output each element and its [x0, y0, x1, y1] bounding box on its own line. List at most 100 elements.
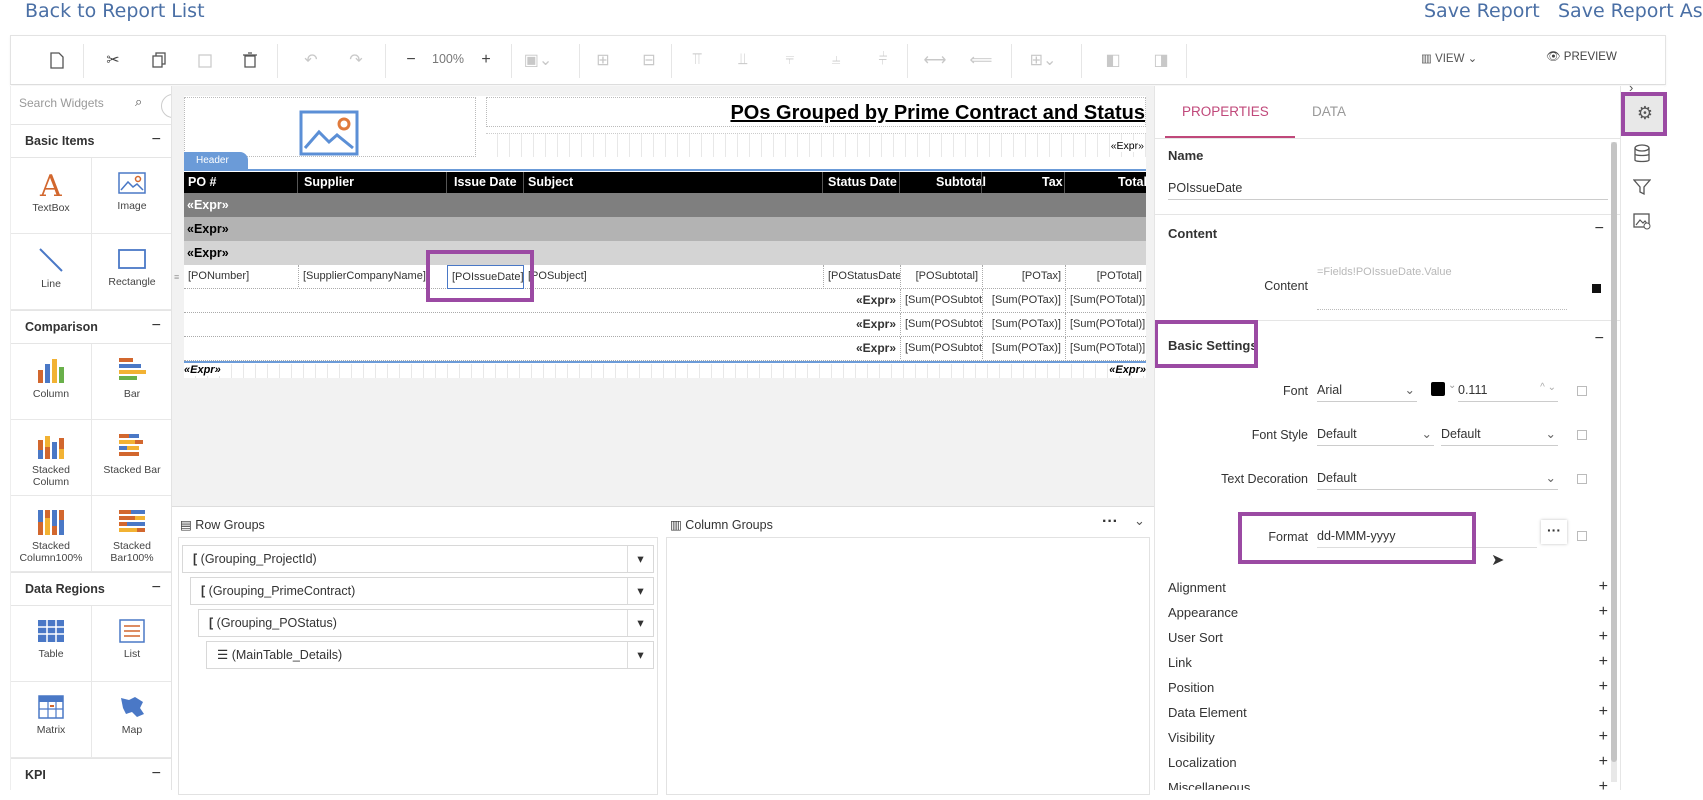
row-group-details[interactable]: ☰ (MainTable_Details) ▾	[206, 641, 654, 669]
detail-status-date[interactable]: [POStatusDate]	[823, 265, 900, 287]
grid-icon[interactable]: ⊞⌄	[1030, 48, 1057, 72]
widget-bar[interactable]: Bar	[92, 344, 171, 420]
sum-row-3-subtotal[interactable]: [Sum(POSubtota	[900, 337, 982, 359]
widget-matrix[interactable]: Matrix	[11, 682, 92, 758]
data-source-icon[interactable]	[1633, 144, 1651, 167]
accordion-miscellaneous[interactable]: Miscellaneous +	[1168, 778, 1608, 790]
collapse-panel-icon[interactable]: ⌄	[1134, 513, 1145, 529]
format-checkbox[interactable]	[1577, 531, 1587, 541]
group-row-2[interactable]: «Expr»	[184, 217, 1146, 241]
new-file-icon[interactable]	[45, 48, 69, 72]
footer-row[interactable]: «Expr» «Expr»	[184, 364, 1146, 378]
paste-icon[interactable]	[193, 48, 217, 72]
header-tab[interactable]: Header	[184, 152, 248, 169]
preview-button[interactable]: 👁 PREVIEW	[1546, 49, 1617, 63]
widget-stacked-column[interactable]: Stacked Column	[11, 420, 92, 496]
accordion-visibility[interactable]: Visibility +	[1168, 728, 1608, 745]
font-weight-select[interactable]: Default ⌄	[1441, 424, 1558, 446]
sum-row-2-expr[interactable]: «Expr»	[744, 313, 900, 335]
accordion-appearance[interactable]: Appearance +	[1168, 603, 1608, 620]
cut-icon[interactable]: ✂	[101, 48, 125, 72]
back-to-report-list-link[interactable]: Back to Report List	[25, 0, 205, 22]
section-basic-items[interactable]: Basic Items −	[11, 124, 171, 158]
detail-total[interactable]: [POTotal]	[1065, 265, 1146, 287]
group-row-3[interactable]: «Expr»	[184, 241, 1146, 265]
sum-row-3-tax[interactable]: [Sum(POTax)]	[982, 337, 1065, 359]
view-dropdown[interactable]: ▥ VIEW ⌄	[1421, 51, 1477, 65]
sum-row-2-subtotal[interactable]: [Sum(POSubtota	[900, 313, 982, 335]
report-title-box[interactable]: POs Grouped by Prime Contract and Status	[486, 97, 1146, 127]
font-family-select[interactable]: Arial ⌄	[1317, 380, 1417, 402]
accordion-link[interactable]: Link +	[1168, 653, 1608, 670]
collapse-sidebar-icon[interactable]: ‹	[161, 94, 171, 118]
section-kpi[interactable]: KPI −	[11, 758, 171, 790]
align-justify-icon[interactable]: ⫩	[871, 48, 895, 72]
sum-row-3[interactable]: «Expr» [Sum(POSubtota [Sum(POTax)] [Sum(…	[184, 337, 1146, 361]
font-style-checkbox[interactable]	[1577, 430, 1587, 440]
sum-row-1-subtotal[interactable]: [Sum(POSubtota	[900, 289, 982, 311]
group-row-1[interactable]: «Expr»	[184, 193, 1146, 217]
section-comparison[interactable]: Comparison −	[11, 310, 171, 344]
search-widgets-input[interactable]: Search Widgets	[19, 96, 149, 116]
widget-table[interactable]: Table	[11, 606, 92, 682]
content-section-title[interactable]: Content	[1168, 226, 1217, 241]
zoom-out-icon[interactable]: −	[399, 48, 423, 72]
name-input[interactable]: POIssueDate	[1168, 178, 1608, 200]
section-data-regions[interactable]: Data Regions −	[11, 572, 171, 606]
size-height-icon[interactable]: ⟸	[969, 48, 993, 72]
accordion-data-element[interactable]: Data Element +	[1168, 703, 1608, 720]
sum-row-2-tax[interactable]: [Sum(POTax)]	[982, 313, 1065, 335]
size-width-icon[interactable]: ⟷	[923, 48, 947, 72]
detail-row[interactable]: [PONumber] [SupplierCompanyName] [POIssu…	[184, 265, 1146, 289]
header-image-box[interactable]	[184, 97, 476, 157]
color-dropdown-icon[interactable]: ⌄	[1448, 380, 1456, 391]
sum-row-1-tax[interactable]: [Sum(POTax)]	[982, 289, 1065, 311]
font-checkbox[interactable]	[1577, 386, 1587, 396]
widget-line[interactable]: Line	[11, 234, 92, 310]
save-report-link[interactable]: Save Report	[1424, 0, 1540, 22]
content-expression-input[interactable]: =Fields!POIssueDate.Value	[1317, 266, 1567, 310]
accordion-user-sort[interactable]: User Sort +	[1168, 628, 1608, 645]
bring-front-icon[interactable]: ◧	[1101, 48, 1125, 72]
detail-subject[interactable]: [POSubject]	[524, 265, 824, 287]
widget-rectangle[interactable]: Rectangle	[92, 234, 171, 310]
sum-row-1-expr[interactable]: «Expr»	[744, 289, 900, 311]
widget-stacked-bar100[interactable]: Stacked Bar100%	[92, 496, 171, 572]
align-left-edge-icon[interactable]: ⊞	[591, 48, 615, 72]
widget-map[interactable]: Map	[92, 682, 171, 758]
save-report-as-link[interactable]: Save Report As	[1558, 0, 1703, 22]
expression-builder-icon[interactable]	[1592, 284, 1601, 293]
sum-row-2-total[interactable]: [Sum(POTotal)]	[1065, 313, 1146, 335]
font-color-swatch[interactable]	[1431, 382, 1445, 396]
align-middle-icon[interactable]: ⫫	[731, 48, 755, 72]
row-group-po-status[interactable]: [ (Grouping_POStatus) ▾	[198, 609, 654, 637]
accordion-position[interactable]: Position +	[1168, 678, 1608, 695]
delete-icon[interactable]	[238, 48, 262, 72]
detail-subtotal[interactable]: [POSubtotal]	[900, 265, 982, 287]
zoom-level[interactable]: 100%	[432, 52, 464, 66]
sum-row-3-expr[interactable]: «Expr»	[744, 337, 900, 359]
send-back-icon[interactable]: ◨	[1149, 48, 1173, 72]
font-size-input[interactable]: 0.111 ^ ⌄	[1458, 380, 1558, 402]
widget-textbox[interactable]: A TextBox	[11, 158, 92, 234]
image-manager-icon[interactable]	[1633, 212, 1651, 233]
content-collapse-icon[interactable]: −	[1595, 220, 1604, 238]
search-icon[interactable]: ⌕	[135, 94, 142, 110]
copy-icon[interactable]	[147, 48, 171, 72]
table-header-row[interactable]: PO # Supplier Issue Date Subject Status …	[184, 172, 1147, 193]
align-center-icon[interactable]: ⫨	[824, 48, 848, 72]
undo-icon[interactable]: ↶	[299, 48, 323, 72]
widget-column[interactable]: Column	[11, 344, 92, 420]
row-group-prime-contract[interactable]: [ (Grouping_PrimeContract) ▾	[190, 577, 654, 605]
footer-expr-right[interactable]: «Expr»	[1109, 364, 1146, 376]
align-right-edge-icon[interactable]: ⊟	[637, 48, 661, 72]
accordion-alignment[interactable]: Alignment +	[1168, 578, 1608, 595]
detail-tax[interactable]: [POTax]	[982, 265, 1065, 287]
basic-settings-collapse-icon[interactable]: −	[1595, 330, 1604, 348]
redo-icon[interactable]: ↷	[344, 48, 368, 72]
sum-row-1[interactable]: «Expr» [Sum(POSubtota [Sum(POTax)] [Sum(…	[184, 289, 1146, 313]
zoom-in-icon[interactable]: +	[474, 48, 498, 72]
tab-data[interactable]: DATA	[1312, 104, 1346, 119]
detail-po-number[interactable]: [PONumber]	[184, 265, 298, 287]
widget-stacked-bar[interactable]: Stacked Bar	[92, 420, 171, 496]
